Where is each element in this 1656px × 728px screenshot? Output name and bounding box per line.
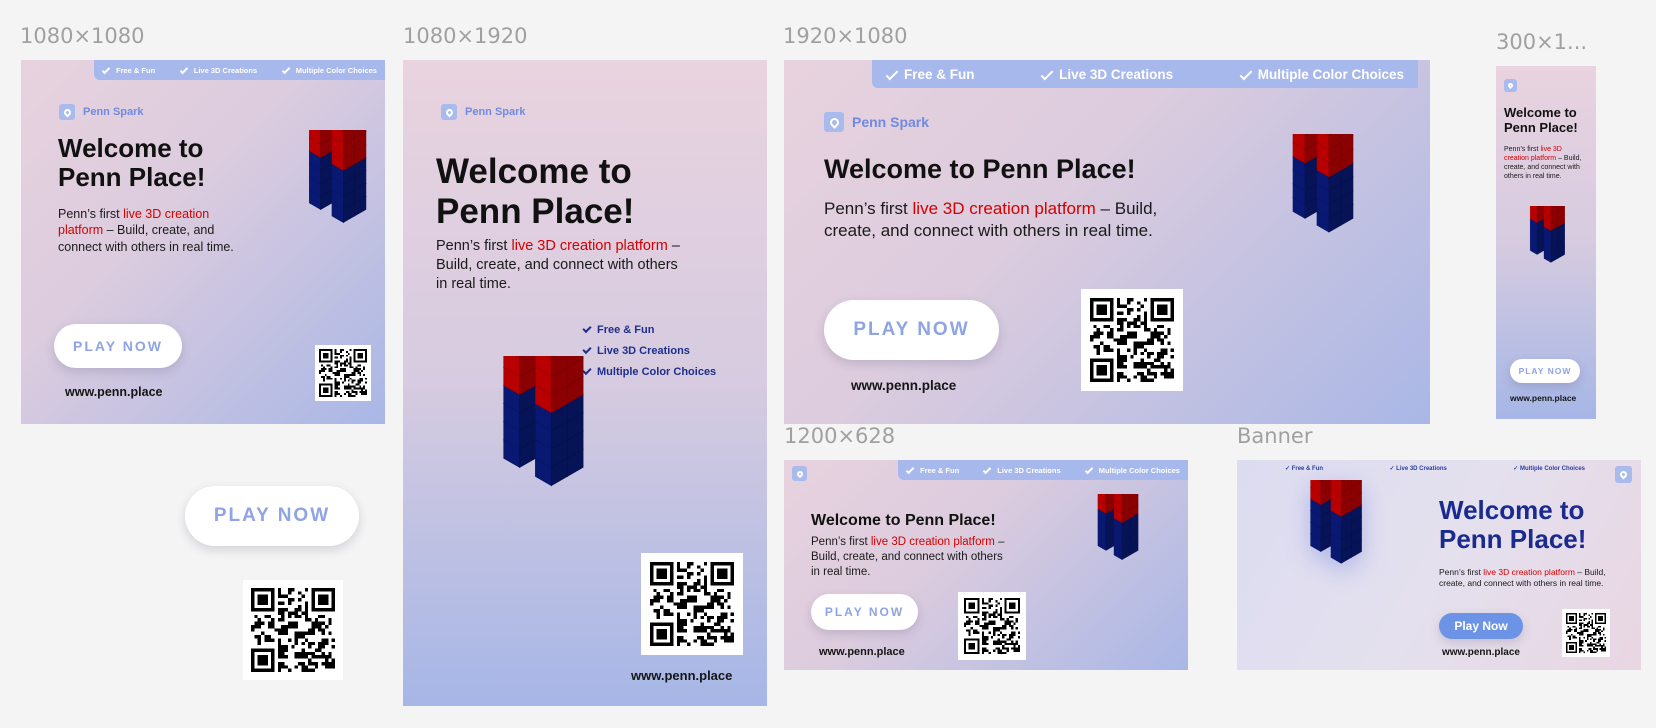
check-icon xyxy=(582,323,592,334)
brand-logo: Penn Spark xyxy=(59,104,144,120)
feature-free: Free & Fun xyxy=(920,465,960,475)
brand-logo: Penn Spark xyxy=(824,112,929,132)
frame-label-banner: Banner xyxy=(1237,424,1313,448)
headline: Welcome to Penn Place! xyxy=(824,154,1136,184)
headline: Welcome to Penn Place! xyxy=(436,152,635,231)
qr-code[interactable] xyxy=(315,345,371,401)
feature-free: Free & Fun xyxy=(904,66,975,82)
feature-colors: Multiple Color Choices xyxy=(1257,66,1404,82)
pin-icon xyxy=(59,104,75,120)
description: Penn’s first live 3D creation platform –… xyxy=(811,536,1005,578)
play-now-button-standalone[interactable]: PLAY NOW xyxy=(185,486,359,546)
qr-code[interactable] xyxy=(641,553,743,655)
frame-link[interactable]: Free & Fun Live 3D Creations Multiple Co… xyxy=(784,460,1188,670)
pin-icon xyxy=(824,112,844,132)
3d-block-letter-p xyxy=(1508,206,1580,328)
feature-ribbon: Free & Fun Live 3D Creations Multiple Co… xyxy=(94,60,385,80)
brand-name: Penn Spark xyxy=(465,106,526,118)
feature-free: Free & Fun xyxy=(116,65,156,75)
feature-live3d: Live 3D Creations xyxy=(997,465,1061,475)
feature-ribbon: Free & Fun Live 3D Creations Multiple Co… xyxy=(872,60,1418,88)
qr-code[interactable] xyxy=(1562,609,1610,657)
qr-pattern xyxy=(319,349,367,397)
qr-code[interactable] xyxy=(1081,289,1183,391)
website-url[interactable]: www.penn.place xyxy=(851,378,956,393)
3d-block-letter-p xyxy=(1257,134,1377,346)
3d-block-letter-p xyxy=(1275,480,1387,660)
brand-logo xyxy=(1615,466,1632,483)
description: Penn’s first live 3D creation platform –… xyxy=(824,199,1158,241)
frame-story[interactable]: Penn Spark Welcome to Penn Place! Penn’s… xyxy=(403,60,767,706)
description: Penn’s first live 3D creation platform –… xyxy=(58,207,234,254)
play-now-button[interactable]: PLAY NOW xyxy=(54,324,182,368)
description: Penn’s first live 3D creation platform –… xyxy=(1504,146,1582,181)
headline: Welcome to Penn Place! xyxy=(1439,495,1587,555)
pin-icon xyxy=(1504,79,1517,92)
play-now-button[interactable]: PLAY NOW xyxy=(811,594,918,630)
artboard-canvas: 1080×1080 Free & Fun Live 3D Creations M… xyxy=(0,0,1656,728)
website-url[interactable]: www.penn.place xyxy=(1442,647,1520,658)
feature-colors: Multiple Color Choices xyxy=(1098,465,1180,475)
play-now-button[interactable]: PLAY NOW xyxy=(824,300,999,360)
qr-code[interactable] xyxy=(958,592,1026,660)
website-url[interactable]: www.penn.place xyxy=(819,646,905,658)
qr-pattern xyxy=(1090,298,1174,382)
play-now-button[interactable]: PLAY NOW xyxy=(1510,359,1580,383)
qr-pattern xyxy=(251,588,335,672)
3d-block-letter-p xyxy=(277,130,385,330)
feature-live3d: Live 3D Creations xyxy=(1059,66,1174,82)
headline: Welcome to Penn Place! xyxy=(58,133,206,193)
frame-label-story: 1080×1920 xyxy=(403,24,528,48)
frame-square[interactable]: Free & Fun Live 3D Creations Multiple Co… xyxy=(21,60,385,424)
check-icon xyxy=(582,344,592,355)
pin-icon xyxy=(792,466,807,481)
frame-label-landscape: 1920×1080 xyxy=(783,24,908,48)
feature-colors: Multiple Color Choices xyxy=(1519,465,1585,472)
frame-label-square: 1080×1080 xyxy=(20,24,145,48)
3d-block-letter-p xyxy=(1074,494,1154,636)
frame-landscape[interactable]: Free & Fun Live 3D Creations Multiple Co… xyxy=(784,60,1430,424)
qr-pattern xyxy=(964,598,1020,654)
qr-pattern xyxy=(650,562,734,646)
feature-free: Free & Fun xyxy=(1291,465,1324,472)
brand-name: Penn Spark xyxy=(83,106,144,118)
play-now-button[interactable]: Play Now xyxy=(1439,613,1523,639)
description: Penn’s first live 3D creation platform –… xyxy=(1439,567,1606,589)
pin-icon xyxy=(441,104,457,120)
brand-logo xyxy=(792,466,807,481)
brand-name: Penn Spark xyxy=(852,114,930,130)
feature-colors: Multiple Color Choices xyxy=(295,65,377,75)
feature-strip: ✓ Free & Fun ✓ Live 3D Creations ✓ Multi… xyxy=(1285,465,1585,472)
website-url[interactable]: www.penn.place xyxy=(631,668,732,683)
qr-pattern xyxy=(1566,613,1606,653)
feature-live3d: Live 3D Creations xyxy=(193,65,258,75)
frame-label-link: 1200×628 xyxy=(784,424,896,448)
brand-logo: Penn Spark xyxy=(441,104,526,120)
website-url[interactable]: www.penn.place xyxy=(65,385,162,399)
feature-free: Free & Fun xyxy=(597,324,655,336)
website-url[interactable]: www.penn.place xyxy=(1510,393,1576,403)
feature-live3d: Live 3D Creations xyxy=(1396,465,1447,472)
frame-label-skyscraper: 300×1... xyxy=(1496,30,1588,54)
pin-icon xyxy=(1615,466,1632,483)
brand-logo xyxy=(1504,79,1517,92)
headline: Welcome to Penn Place! xyxy=(811,512,996,529)
feature-ribbon: Free & Fun Live 3D Creations Multiple Co… xyxy=(898,460,1188,480)
qr-code-standalone[interactable] xyxy=(243,580,343,680)
frame-banner[interactable]: ✓ Free & Fun ✓ Live 3D Creations ✓ Multi… xyxy=(1237,460,1641,670)
3d-block-letter-p xyxy=(443,356,628,636)
headline: Welcome to Penn Place! xyxy=(1504,105,1578,135)
frame-skyscraper[interactable]: Welcome to Penn Place! Penn’s first live… xyxy=(1496,66,1596,419)
description: Penn’s first live 3D creation platform –… xyxy=(436,238,680,292)
